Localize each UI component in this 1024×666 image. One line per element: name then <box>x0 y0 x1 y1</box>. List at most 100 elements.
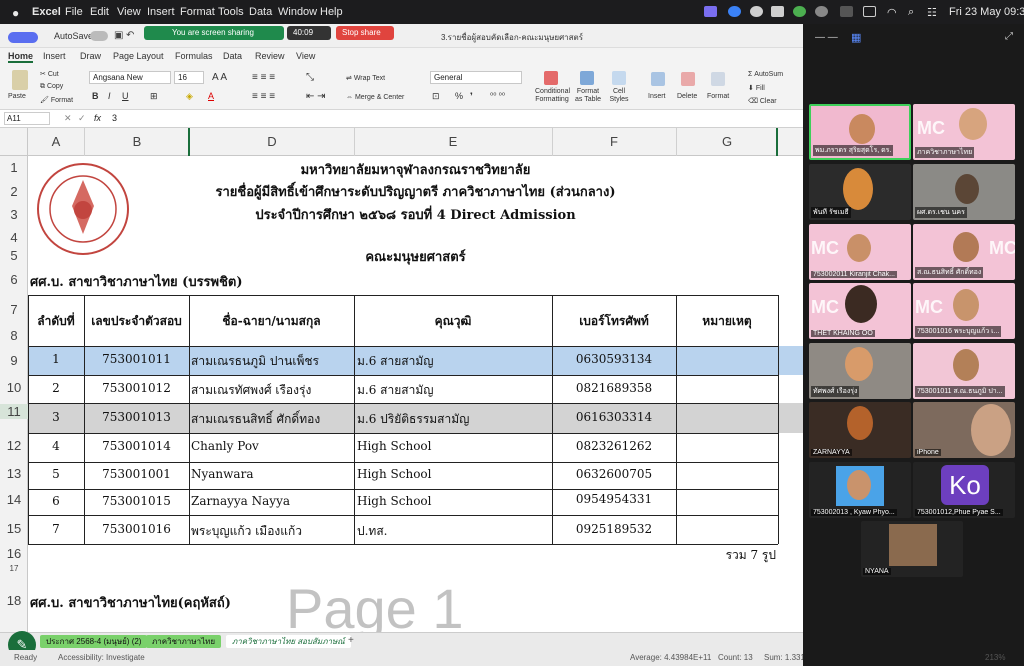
input-source-icon[interactable] <box>863 6 876 17</box>
menu-view[interactable]: View <box>117 6 141 18</box>
underline-button[interactable]: U <box>122 91 129 101</box>
column-header-a[interactable]: A <box>28 134 84 149</box>
column-header-d[interactable]: D <box>190 134 354 149</box>
row-header[interactable]: 2 <box>0 184 28 199</box>
tab-insert[interactable]: Insert <box>43 51 66 61</box>
row-header[interactable]: 6 <box>0 272 28 287</box>
conditional-formatting-label[interactable]: Conditional Formatting <box>535 88 570 104</box>
spotlight-icon[interactable]: ⌕ <box>908 6 914 19</box>
row-header[interactable]: 12 <box>0 438 28 453</box>
cell-qualification[interactable]: High School <box>357 439 431 453</box>
cell-order[interactable]: 2 <box>28 381 84 395</box>
cell-exam-id[interactable]: 753001001 <box>84 467 189 481</box>
font-grow-icon[interactable]: A A <box>212 72 227 83</box>
fill-button[interactable]: ⬇ Fill <box>748 84 765 92</box>
participant-tile[interactable]: Ko 753001012,Phue Pyae S... <box>913 462 1015 518</box>
cell-exam-id[interactable]: 753001011 <box>84 352 189 366</box>
format-cells-icon[interactable] <box>711 72 725 86</box>
format-as-table-label[interactable]: Format as Table <box>574 88 602 104</box>
add-sheet-icon[interactable]: + <box>348 635 354 646</box>
cell-styles-label[interactable]: Cell Styles <box>605 88 633 104</box>
paste-icon[interactable] <box>12 70 28 90</box>
cell-order[interactable]: 1 <box>28 352 84 366</box>
control-center-icon[interactable]: ☷ <box>927 6 937 19</box>
participant-tile[interactable]: MC 753002011 Kiranjit Chak... <box>809 224 911 280</box>
cell-order[interactable]: 5 <box>28 467 84 481</box>
participant-tile[interactable]: MC ภาควิชาภาษาไทย <box>913 104 1015 160</box>
participant-tile[interactable]: พม.ภราดร สุริยสุดโร, ดร. <box>809 104 911 160</box>
number-format-select[interactable]: General <box>430 71 522 84</box>
worksheet[interactable]: มหาวิทยาลัยมหาจุฬาลงกรณราชวิทยาลัย รายชื… <box>28 156 803 644</box>
cell-phone[interactable]: 0630593134 <box>552 352 676 366</box>
autosum-button[interactable]: Σ AutoSum <box>748 71 783 78</box>
sheet-tab-3[interactable]: ภาควิชาภาษาไทย สอบสัมภาษณ์ <box>226 635 351 648</box>
cell-name[interactable]: สามเณรธนสิทธิ์ ศักดิ์ทอง <box>191 410 320 429</box>
menu-data[interactable]: Data <box>249 6 272 18</box>
delete-cells-icon[interactable] <box>681 72 695 86</box>
confirm-icon[interactable]: ✓ <box>78 113 86 124</box>
font-name-select[interactable]: Angsana New <box>89 71 171 84</box>
sidebar-toggle-icon[interactable] <box>8 32 38 43</box>
participant-tile[interactable]: 753002013 , Kyaw Phyo... <box>809 462 911 518</box>
row-header[interactable]: 5 <box>0 248 28 263</box>
menu-help[interactable]: Help <box>320 6 343 18</box>
participant-tile[interactable]: MC ส.ณ.ธนสิทธิ์ ศักดิ์ทอง <box>913 224 1015 280</box>
cell-qualification[interactable]: ป.ทส. <box>357 522 387 541</box>
fx-button[interactable]: fx <box>94 113 101 123</box>
conditional-formatting-icon[interactable] <box>544 71 558 85</box>
expand-icon[interactable]: ⤢ <box>1005 31 1013 42</box>
comma-icon[interactable]: ❜ <box>470 91 473 102</box>
cell-order[interactable]: 6 <box>28 494 84 508</box>
delete-cells-label[interactable]: Delete <box>677 93 697 100</box>
file-name[interactable]: 3.รายชื่อผู้สอบคัดเลือก-คณะมนุษยศาสตร์ <box>441 31 583 44</box>
align-top-icon[interactable]: ≡ ≡ ≡ <box>252 72 275 83</box>
battery-icon[interactable] <box>840 6 853 17</box>
insert-cells-label[interactable]: Insert <box>648 93 666 100</box>
clear-button[interactable]: ⌫ Clear <box>748 97 777 105</box>
tab-view[interactable]: View <box>296 51 315 61</box>
decimal-icon[interactable]: ⁰⁰ ⁰⁰ <box>490 91 505 100</box>
status-icon[interactable] <box>728 6 741 17</box>
participant-tile[interactable]: พันที รัชเมธี <box>809 164 911 220</box>
cell-phone[interactable]: 0821689358 <box>552 381 676 395</box>
cell-qualification[interactable]: High School <box>357 467 431 481</box>
menu-extra-icon[interactable] <box>750 6 763 17</box>
font-size-select[interactable]: 16 <box>174 71 204 84</box>
format-cells-label[interactable]: Format <box>707 93 729 100</box>
clock[interactable]: Fri 23 May 09:32 <box>949 6 1024 18</box>
tab-formulas[interactable]: Formulas <box>175 51 213 61</box>
menu-file[interactable]: File <box>65 6 83 18</box>
sheet-tab-1[interactable]: ประกาศ 2568-4 (มนุษย์) (2) <box>40 635 148 648</box>
name-box[interactable]: A11 <box>4 112 50 125</box>
undo-icon[interactable]: ↶ <box>126 30 134 41</box>
cell-qualification[interactable]: ม.6 สายสามัญ <box>357 352 433 371</box>
borders-icon[interactable]: ⊞ <box>150 91 158 102</box>
participant-tile[interactable]: MC THET KHAING OO <box>809 283 911 339</box>
row-header[interactable]: 8 <box>0 328 28 343</box>
column-header-e[interactable]: E <box>354 134 552 149</box>
cell-qualification[interactable]: ม.6 สายสามัญ <box>357 381 433 400</box>
cell-phone[interactable]: 0632600705 <box>552 467 676 481</box>
formula-input[interactable]: 3 <box>112 113 117 123</box>
currency-icon[interactable]: ⊡ <box>432 91 440 102</box>
indent-icon[interactable]: ⇤ ⇥ <box>306 91 326 102</box>
menu-tools[interactable]: Tools <box>218 6 244 18</box>
cell-order[interactable]: 7 <box>28 522 84 536</box>
accessibility-status[interactable]: Accessibility: Investigate <box>58 653 145 662</box>
select-all-corner[interactable] <box>0 128 28 156</box>
apple-icon[interactable]: ● <box>12 6 19 20</box>
cell-order-active[interactable]: 3 <box>28 410 84 424</box>
cut-button[interactable]: ✂ Cut <box>40 70 59 78</box>
cancel-icon[interactable]: ✕ <box>64 113 72 124</box>
cell-name[interactable]: Zarnayya Nayya <box>191 494 290 508</box>
row-header[interactable]: 13 <box>0 466 28 481</box>
participant-tile[interactable]: ZARNAYYA <box>809 402 911 458</box>
row-header[interactable]: 15 <box>0 521 28 536</box>
tab-page-layout[interactable]: Page Layout <box>113 51 164 61</box>
row-header[interactable]: 16 <box>0 546 28 561</box>
tab-review[interactable]: Review <box>255 51 285 61</box>
status-green-icon[interactable] <box>793 6 806 17</box>
cell-exam-id[interactable]: 753001016 <box>84 522 189 536</box>
column-header-f[interactable]: F <box>552 134 676 149</box>
wrap-text-button[interactable]: ⇌ Wrap Text <box>346 74 385 82</box>
